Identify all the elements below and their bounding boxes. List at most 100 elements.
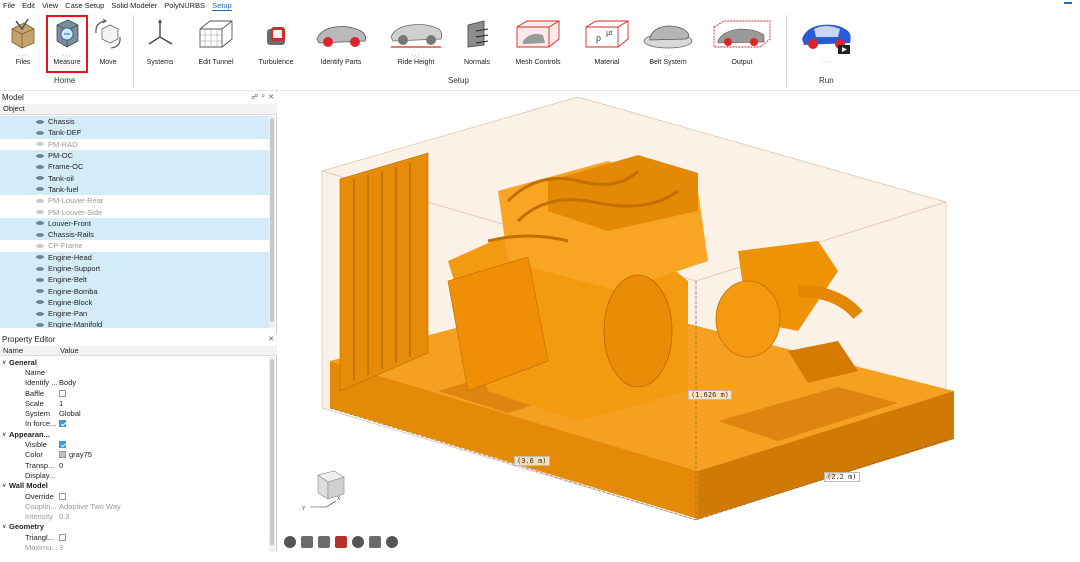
tree-item[interactable]: Engine-Manifold bbox=[0, 319, 269, 328]
3d-viewport[interactable]: (1.626 m) (3.6 m) (2.2 m) Y X bbox=[278, 91, 1080, 560]
chevron-down-icon[interactable]: ∨ bbox=[2, 359, 6, 366]
property-row[interactable]: Identify ... Body bbox=[0, 378, 269, 388]
tree-item[interactable]: Chassis bbox=[0, 116, 269, 128]
model-tree-scrollbar[interactable] bbox=[269, 116, 275, 328]
view-cube[interactable]: Y X bbox=[300, 467, 360, 517]
tree-item[interactable]: PM-RAD bbox=[0, 139, 269, 150]
visibility-eye-icon[interactable] bbox=[36, 209, 45, 215]
visibility-eye-icon[interactable] bbox=[36, 299, 45, 305]
property-row[interactable]: Display... bbox=[0, 470, 269, 480]
run-dropdown-dots[interactable]: ··· bbox=[822, 59, 831, 65]
screenshot-icon[interactable] bbox=[386, 536, 398, 548]
menu-polynurbs[interactable]: PolyNURBS bbox=[164, 1, 205, 10]
belt-system-dropdown-dots[interactable]: ··· bbox=[664, 53, 673, 59]
tree-item[interactable]: Louver-Front bbox=[0, 217, 269, 229]
menu-case-setup[interactable]: Case Setup bbox=[65, 1, 104, 10]
tree-item[interactable]: Engine-Bomba bbox=[0, 285, 269, 297]
mesh-controls-tool-button[interactable]: Mesh Controls bbox=[508, 17, 568, 66]
visibility-eye-icon[interactable] bbox=[36, 220, 45, 226]
tree-item[interactable]: PM-OC bbox=[0, 149, 269, 162]
visibility-eye-icon[interactable] bbox=[36, 277, 45, 283]
visibility-eye-icon[interactable] bbox=[36, 232, 45, 238]
property-row[interactable]: Triangl... bbox=[0, 532, 269, 542]
view-orient-icon[interactable] bbox=[284, 536, 296, 548]
property-value[interactable] bbox=[59, 441, 66, 449]
tree-item[interactable]: Tank-DEF bbox=[0, 127, 269, 139]
files-dropdown-dots[interactable]: ··· bbox=[19, 53, 28, 59]
property-value[interactable]: Adaptive Two Way bbox=[59, 502, 121, 511]
visibility-eye-icon[interactable] bbox=[36, 119, 45, 125]
property-value[interactable] bbox=[59, 389, 66, 397]
property-row[interactable]: System Global bbox=[0, 408, 269, 418]
property-group[interactable]: ∨ General bbox=[0, 357, 269, 367]
material-tool-button[interactable]: ρ μt Material bbox=[582, 17, 632, 66]
property-value[interactable]: 0.3 bbox=[59, 512, 69, 521]
close-icon[interactable]: ✕ bbox=[268, 93, 274, 101]
property-row[interactable]: Baffle bbox=[0, 388, 269, 398]
chevron-down-icon[interactable]: ∨ bbox=[2, 431, 6, 438]
tree-item[interactable]: Engine-Block bbox=[0, 296, 269, 309]
move-tool-button[interactable]: Move bbox=[91, 17, 125, 66]
object-column-header[interactable]: Object bbox=[0, 104, 277, 115]
property-value[interactable]: gray75 bbox=[59, 450, 92, 459]
minimize-ribbon-icon[interactable] bbox=[1064, 2, 1072, 4]
menu-view[interactable]: View bbox=[42, 1, 58, 10]
tree-item[interactable]: Engine-Head bbox=[0, 251, 269, 263]
visibility-eye-icon[interactable] bbox=[36, 164, 45, 170]
property-value[interactable]: 1 bbox=[59, 399, 63, 408]
files-tool-button[interactable]: ··· Files bbox=[6, 17, 40, 66]
property-row[interactable]: Color gray75 bbox=[0, 450, 269, 460]
tree-item[interactable]: Tank-fuel bbox=[0, 183, 269, 196]
property-row[interactable]: Visible bbox=[0, 439, 269, 449]
property-value[interactable]: Body bbox=[59, 378, 76, 387]
visibility-eye-icon[interactable] bbox=[36, 153, 45, 159]
belt-system-tool-button[interactable]: ··· Belt System bbox=[640, 17, 696, 66]
property-row[interactable]: Scale 1 bbox=[0, 398, 269, 408]
tree-item[interactable]: Engine-Support bbox=[0, 262, 269, 275]
visibility-eye-icon[interactable] bbox=[36, 141, 45, 147]
menu-solid-modeler[interactable]: Solid Modeler bbox=[111, 1, 157, 10]
checkbox[interactable] bbox=[59, 533, 66, 541]
tree-item[interactable]: PM-Louver-Side bbox=[0, 206, 269, 217]
tree-item[interactable]: Engine-Pan bbox=[0, 308, 269, 320]
menu-file[interactable]: File bbox=[3, 1, 15, 10]
tree-item[interactable]: Engine-Belt bbox=[0, 274, 269, 286]
tree-item[interactable]: Frame-OC bbox=[0, 161, 269, 173]
property-group[interactable]: ∨ Appearan... bbox=[0, 429, 269, 439]
property-row[interactable]: Couplin... Adaptive Two Way bbox=[0, 501, 269, 511]
visibility-eye-icon[interactable] bbox=[36, 243, 45, 249]
property-row[interactable]: Maximu... 3 bbox=[0, 542, 269, 552]
tree-item[interactable]: Tank-oil bbox=[0, 172, 269, 184]
scrollbar-thumb[interactable] bbox=[270, 118, 274, 322]
systems-tool-button[interactable]: Systems bbox=[142, 17, 178, 66]
property-row[interactable]: Name bbox=[0, 367, 269, 377]
property-row[interactable]: Intensity 0.3 bbox=[0, 511, 269, 521]
property-value[interactable]: 0 bbox=[59, 461, 63, 470]
property-value[interactable]: 3 bbox=[59, 543, 63, 552]
run-tool-button[interactable]: ··· bbox=[796, 17, 856, 65]
search-icon[interactable]: ⌕ bbox=[261, 93, 265, 101]
color-swatch[interactable] bbox=[59, 451, 66, 459]
property-value[interactable]: Global bbox=[59, 409, 81, 418]
visibility-eye-icon[interactable] bbox=[36, 322, 45, 328]
checkbox[interactable] bbox=[59, 492, 66, 500]
property-scrollbar[interactable] bbox=[269, 357, 275, 552]
property-value[interactable] bbox=[59, 533, 66, 541]
menu-setup[interactable]: Setup bbox=[212, 1, 232, 11]
name-column-header[interactable]: Name bbox=[3, 346, 23, 355]
output-tool-button[interactable]: Output bbox=[706, 17, 778, 66]
edit-tunnel-tool-button[interactable]: Edit Tunnel bbox=[193, 17, 239, 66]
checkbox[interactable] bbox=[59, 441, 66, 449]
tree-item[interactable]: PM-Louver-Rear bbox=[0, 195, 269, 206]
normals-tool-button[interactable]: Normals bbox=[460, 17, 494, 66]
value-column-header[interactable]: Value bbox=[60, 346, 79, 355]
link-icon[interactable]: ☍ bbox=[251, 93, 258, 101]
chevron-down-icon[interactable]: ∨ bbox=[2, 523, 6, 530]
fit-view-icon[interactable] bbox=[301, 536, 313, 548]
menu-edit[interactable]: Edit bbox=[22, 1, 35, 10]
property-value[interactable] bbox=[59, 420, 66, 428]
property-row[interactable]: Transp... 0 bbox=[0, 460, 269, 470]
tree-item[interactable]: CP-Frame bbox=[0, 240, 269, 251]
chevron-down-icon[interactable]: ∨ bbox=[2, 482, 6, 489]
section-view-icon[interactable] bbox=[318, 536, 330, 548]
